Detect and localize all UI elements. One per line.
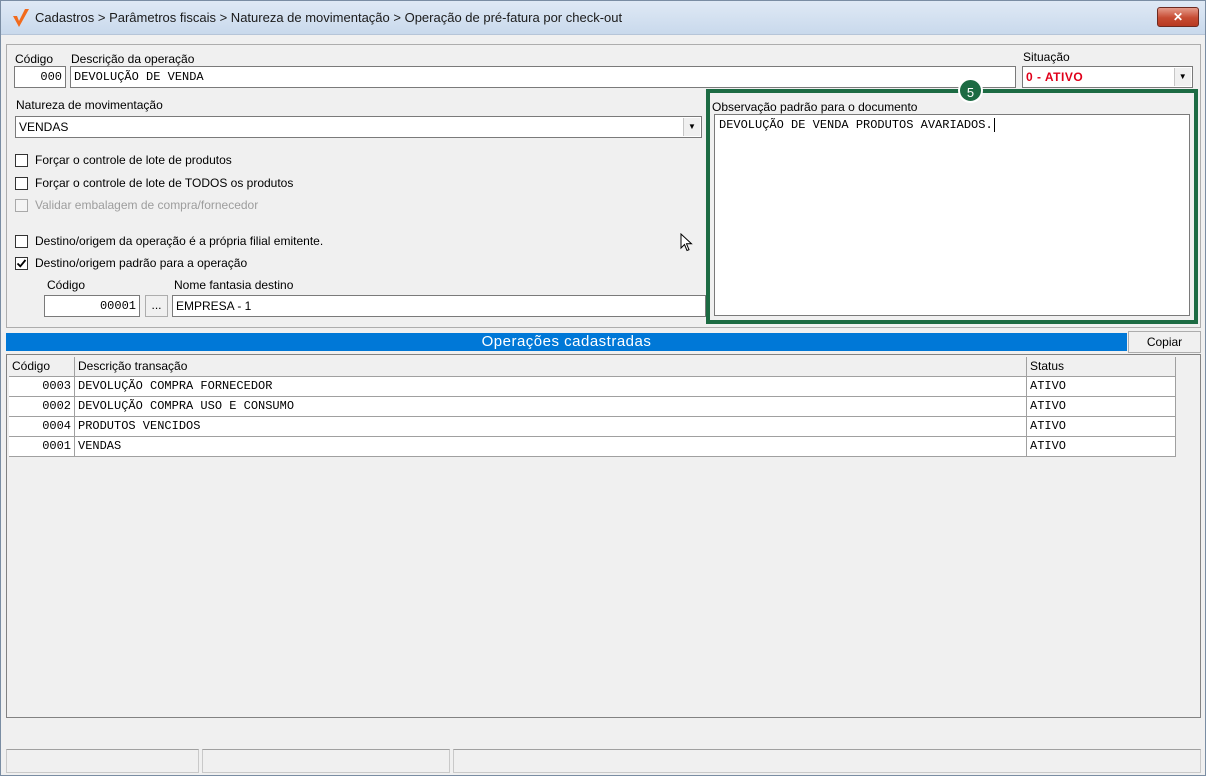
grid-header-descricao[interactable]: Descrição transação — [75, 357, 1027, 377]
natureza-dropdown-icon[interactable]: ▼ — [683, 118, 700, 136]
status-bar-pane-1 — [6, 749, 199, 773]
situacao-label: Situação — [1023, 50, 1070, 64]
row-descricao: DEVOLUÇÃO COMPRA FORNECEDOR — [75, 377, 1027, 397]
checkbox-validar-embalagem-label: Validar embalagem de compra/fornecedor — [35, 198, 259, 212]
row-codigo: 0004 — [9, 417, 75, 437]
table-row[interactable]: 0004 PRODUTOS VENCIDOS ATIVO — [7, 417, 1177, 437]
checkbox-validar-embalagem — [15, 199, 28, 212]
situacao-dropdown-icon[interactable]: ▼ — [1174, 68, 1191, 86]
row-status: ATIVO — [1027, 417, 1176, 437]
row-descricao: VENDAS — [75, 437, 1027, 457]
situacao-select[interactable]: 0 - ATIVO ▼ — [1022, 66, 1193, 88]
row-codigo: 0001 — [9, 437, 75, 457]
table-row[interactable]: 0002 DEVOLUÇÃO COMPRA USO E CONSUMO ATIV… — [7, 397, 1177, 417]
table-row[interactable]: 0003 DEVOLUÇÃO COMPRA FORNECEDOR ATIVO — [7, 377, 1177, 397]
close-button[interactable]: ✕ — [1157, 7, 1199, 27]
descricao-label: Descrição da operação — [71, 52, 195, 66]
row-codigo: 0003 — [9, 377, 75, 397]
main-window: Cadastros > Parâmetros fiscais > Naturez… — [0, 0, 1206, 776]
situacao-value: 0 - ATIVO — [1026, 70, 1084, 84]
destino-nome-field[interactable]: EMPRESA - 1 — [172, 295, 706, 317]
checkbox-forcar-lote-todos-label: Forçar o controle de lote de TODOS os pr… — [35, 176, 294, 190]
title-bar: Cadastros > Parâmetros fiscais > Naturez… — [1, 1, 1205, 35]
window-title: Cadastros > Parâmetros fiscais > Naturez… — [35, 10, 623, 25]
destino-nome-label: Nome fantasia destino — [174, 278, 294, 292]
grid-header-row: Código Descrição transação Status — [7, 357, 1177, 377]
row-descricao: DEVOLUÇÃO COMPRA USO E CONSUMO — [75, 397, 1027, 417]
row-status: ATIVO — [1027, 377, 1176, 397]
natureza-select[interactable]: VENDAS ▼ — [15, 116, 702, 138]
checkmark-icon — [16, 259, 27, 268]
destino-codigo-field[interactable]: 00001 — [44, 295, 140, 317]
checkbox-forcar-lote[interactable] — [15, 154, 28, 167]
checkbox-propria-filial-label: Destino/origem da operação é a própria f… — [35, 234, 324, 248]
destino-codigo-label: Código — [47, 278, 86, 292]
app-logo-icon — [13, 9, 29, 27]
checkbox-forcar-lote-label: Forçar o controle de lote de produtos — [35, 153, 232, 167]
annotation-step-badge: 5 — [958, 78, 983, 103]
copiar-button[interactable]: Copiar — [1128, 331, 1201, 353]
mouse-pointer-icon — [680, 233, 693, 252]
browse-destino-button[interactable]: ... — [145, 295, 168, 317]
row-status: ATIVO — [1027, 397, 1176, 417]
section-header: Operações cadastradas — [6, 333, 1127, 351]
status-bar-pane-2 — [202, 749, 450, 773]
checkbox-propria-filial[interactable] — [15, 235, 28, 248]
checkbox-destino-padrao[interactable] — [15, 257, 28, 270]
row-status: ATIVO — [1027, 437, 1176, 457]
natureza-value: VENDAS — [19, 120, 69, 134]
annotation-highlight-box — [706, 89, 1198, 324]
checkbox-destino-padrao-label: Destino/origem padrão para a operação — [35, 256, 248, 270]
status-bar-pane-3 — [453, 749, 1201, 773]
descricao-field[interactable]: DEVOLUÇÃO DE VENDA — [70, 66, 1016, 88]
row-descricao: PRODUTOS VENCIDOS — [75, 417, 1027, 437]
codigo-field[interactable]: 000 — [14, 66, 66, 88]
checkbox-forcar-lote-todos[interactable] — [15, 177, 28, 190]
operations-grid[interactable]: Código Descrição transação Status 0003 D… — [6, 354, 1201, 718]
table-row[interactable]: 0001 VENDAS ATIVO — [7, 437, 1177, 457]
grid-header-codigo[interactable]: Código — [9, 357, 75, 377]
codigo-label: Código — [15, 52, 54, 66]
natureza-label: Natureza de movimentação — [16, 98, 163, 112]
row-codigo: 0002 — [9, 397, 75, 417]
grid-header-status[interactable]: Status — [1027, 357, 1176, 377]
